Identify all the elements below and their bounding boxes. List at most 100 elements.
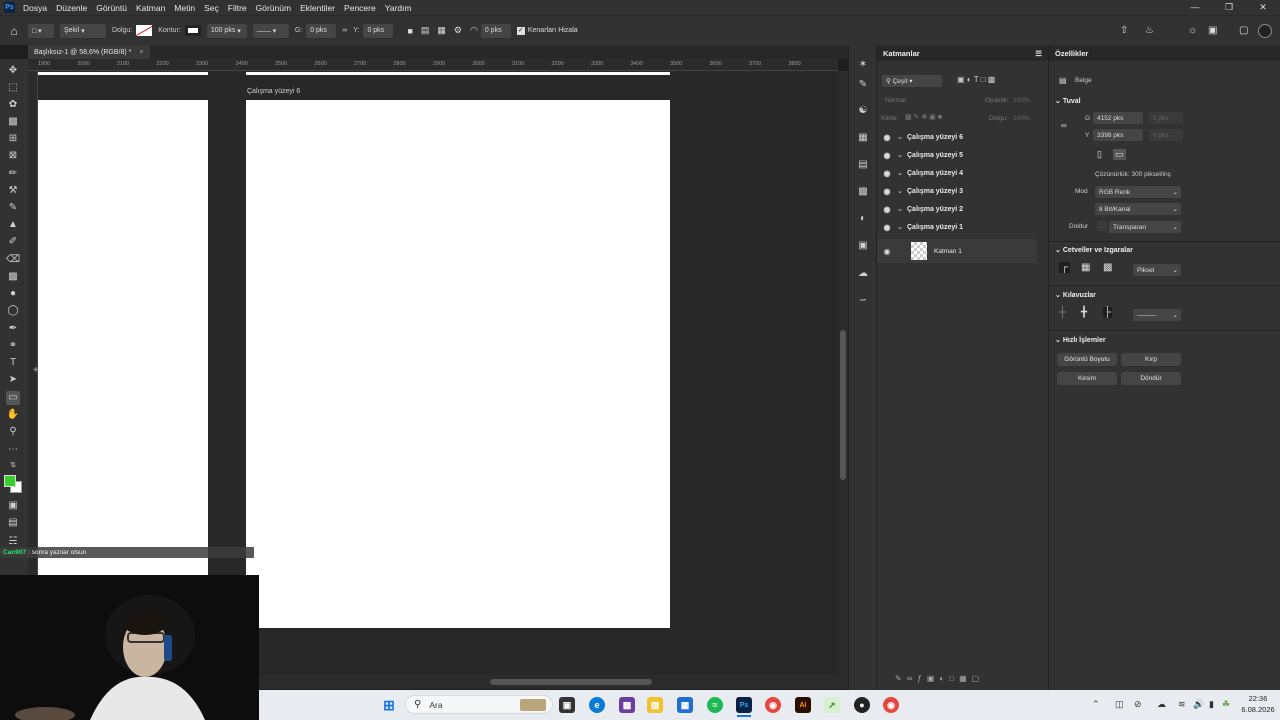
canvas-section-title[interactable]: ⌄ Tuval [1055,97,1081,105]
path-operations-icon[interactable]: ■ [407,26,412,36]
chevron-down-icon[interactable]: ⌄ [897,133,907,141]
canvas-height-input[interactable]: 3398 pks [1093,129,1143,141]
menu-type[interactable]: Metin [174,3,195,13]
photoshop-taskbar-icon[interactable]: Ps [736,697,752,713]
portrait-icon[interactable]: ▯ [1097,149,1102,160]
brush-tool-icon[interactable]: ✎ [6,201,20,215]
healing-brush-tool-icon[interactable]: ⚒ [6,184,20,198]
workspace-icon[interactable]: ▣ [1208,25,1217,36]
dodge-tool-icon[interactable]: ◯ [6,304,20,318]
panel-menu-icon[interactable]: ☰ [1035,49,1042,58]
stroke-width-input[interactable]: 100 pks ▾ [206,23,247,38]
tray-plant-icon[interactable]: ☘ [1222,699,1230,710]
file-explorer-icon[interactable]: ▧ [647,697,663,713]
tray-chevron-up-icon[interactable]: ⌃ [1092,699,1100,710]
swatches-icon[interactable]: ▦ [857,132,869,144]
eye-icon[interactable]: ◉ [877,247,897,256]
rulers-section-title[interactable]: ⌄ Cetveller ve Izgaralar [1055,246,1133,254]
taskbar-clock[interactable]: 22:36 6.08.2026 [1238,693,1278,715]
artboard-6[interactable] [246,100,670,628]
photoshop-app-icon[interactable]: Ps [4,2,15,13]
game-app-icon[interactable]: ● [854,697,870,713]
corner-radius-input[interactable]: 0 pks [480,23,511,38]
stroke-type-select[interactable]: —— ▾ [252,23,289,38]
menu-layer[interactable]: Katman [136,3,165,13]
adjustments-icon[interactable]: ◐ [857,213,869,225]
edge-icon[interactable]: e [589,697,605,713]
tray-app-icon[interactable]: ◫ [1115,699,1124,710]
link-icon[interactable]: ∞ [342,27,347,34]
bell-icon[interactable]: ♨ [1145,25,1154,36]
opacity-value[interactable]: 100% [1013,97,1030,104]
channels-icon[interactable]: ☯ [857,105,869,117]
stamp-tool-icon[interactable]: ▲ [6,218,20,232]
chevron-down-icon[interactable]: ⌄ [897,169,907,177]
more-tools-icon[interactable]: ⋯ [6,443,20,457]
ruler-toggle-icon[interactable]: ┌ [1059,262,1071,273]
profile-avatar[interactable] [1258,23,1272,38]
rotate-button[interactable]: Döndür [1121,372,1181,385]
units-select[interactable]: Piksel ⌄ [1133,264,1181,276]
brush-settings-icon[interactable]: ✎ [857,79,869,91]
properties-panel-title[interactable]: Özellikler [1055,49,1088,58]
landscape-icon[interactable]: ▭ [1113,149,1126,160]
crop-button[interactable]: Kırp [1121,353,1181,366]
trim-button[interactable]: Kesim [1057,372,1117,385]
document-tab[interactable]: Başlıksız-1 @ 58,6% (RGB/8) * × [28,45,150,59]
stroke-swatch[interactable] [184,25,201,36]
eye-icon[interactable]: ◉ [877,205,897,214]
blur-tool-icon[interactable]: ● [6,287,20,301]
swap-colors-icon[interactable]: ⇅ [6,459,20,473]
menu-file[interactable]: Dosya [23,3,47,13]
hand-tool-icon[interactable]: ✋ [6,408,20,422]
layer-fill-value[interactable]: 100% [1013,115,1030,122]
chevron-down-icon[interactable]: ⌄ [897,205,907,213]
chevron-down-icon[interactable]: ⌄ [897,151,907,159]
screen-mode-icon[interactable]: ▤ [6,516,20,530]
quick-mask-icon[interactable]: ▣ [6,499,20,513]
layer-filter-select[interactable]: ⚲ Çeşit ▾ [882,75,942,87]
eye-icon[interactable]: ◉ [877,133,897,142]
align-edges-checkbox[interactable]: ✓ [516,26,525,35]
gradients-icon[interactable]: ▤ [857,159,869,171]
layer-row[interactable]: ◉ ⌄ Çalışma yüzeyi 3 [877,182,1037,200]
task-view-icon[interactable]: ▣ [559,697,575,713]
cloud-icon[interactable]: ☁ [857,268,869,280]
guides-section-title[interactable]: ⌄ Kılavuzlar [1055,291,1096,299]
eraser-tool-icon[interactable]: ⌫ [6,253,20,267]
discover-icon[interactable]: ▢ [1239,25,1248,36]
home-icon[interactable]: ⌂ [0,24,28,38]
layer-filter-icons[interactable]: ▣ ◐ T □ ▩ [957,75,995,84]
chrome-icon[interactable]: ◉ [765,697,781,713]
smart-guides-icon[interactable]: ├ [1103,307,1113,318]
artboard-5[interactable] [38,100,208,575]
chrome-profile-icon[interactable]: ◉ [883,697,899,713]
foreground-color-swatch[interactable] [4,475,16,487]
menu-edit[interactable]: Düzenle [56,3,87,13]
menu-select[interactable]: Seç [204,3,219,13]
libraries-icon[interactable]: ▣ [857,240,869,252]
rectangle-tool-icon[interactable]: ▭ [6,391,20,405]
eye-icon[interactable]: ◉ [877,223,897,232]
lasso-tool-icon[interactable]: ✿ [6,98,20,112]
layers-footer-icons[interactable]: ✎∞ƒ▣◐□▦▢ [895,674,984,683]
spotify-icon[interactable]: ≈ [707,697,723,713]
artboard-label[interactable]: Çalışma yüzeyi 6 [247,88,300,95]
blend-mode-select[interactable]: Normal [885,97,906,104]
app-icon[interactable]: ▩ [619,697,635,713]
fill-color-swatch[interactable] [1097,221,1107,231]
close-icon[interactable]: ✕ [1246,0,1280,15]
path-arrangement-icon[interactable]: ▦ [437,25,446,36]
freeform-pen-icon[interactable]: ⚭ [6,339,20,353]
crop-tool-icon[interactable]: ⊞ [6,132,20,146]
image-size-button[interactable]: Görüntü Boyutu [1057,353,1117,366]
link-icon[interactable]: ∞ [1061,121,1067,130]
path-select-tool-icon[interactable]: ➤ [6,373,20,387]
menu-help[interactable]: Yardım [385,3,412,13]
layer-row[interactable]: ◉ ⌄ Çalışma yüzeyi 4 [877,164,1037,182]
taskbar-search[interactable]: ⚲ Ara [405,695,553,714]
guide-layout-icon[interactable]: ╋ [1081,307,1087,318]
quick-actions-section-title[interactable]: ⌄ Hızlı İşlemler [1055,336,1106,344]
fill-select[interactable]: Transparan ⌄ [1109,221,1181,233]
path-alignment-icon[interactable]: ▤ [421,25,430,36]
